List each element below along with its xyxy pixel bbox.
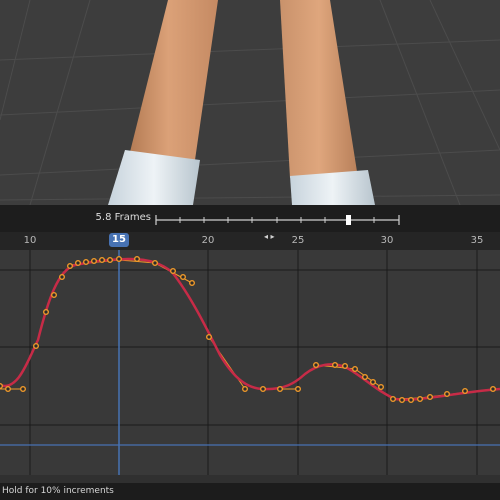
status-hint: Hold for 10% increments	[2, 486, 114, 496]
current-frame-indicator[interactable]: 15	[109, 233, 129, 247]
keyframe-point	[0, 383, 3, 389]
keyframe-point	[444, 390, 451, 397]
keyframe-point	[59, 274, 66, 281]
keyframe-point	[133, 255, 140, 262]
keyframe-point	[342, 362, 349, 369]
ruler-tick-25: 25	[291, 235, 305, 246]
left-sock	[108, 150, 200, 205]
slider-handle	[346, 215, 351, 225]
keyframe-point	[462, 387, 469, 394]
right-sock	[290, 170, 375, 205]
keyframe-point	[295, 385, 302, 392]
keyframe-point	[188, 280, 195, 287]
keyframe-point	[90, 257, 97, 264]
keyframe-point	[260, 385, 267, 392]
keyframe-point	[106, 256, 113, 263]
keyframe-point	[399, 396, 406, 403]
frames-value-label: 5.8 Frames	[95, 212, 151, 223]
keyframe-point	[33, 342, 40, 349]
keyframe-point	[151, 259, 158, 266]
frame-ruler[interactable]	[0, 232, 500, 250]
keyframe-point	[82, 258, 89, 265]
keyframe-point	[277, 385, 284, 392]
keyframe-point	[4, 385, 11, 392]
keyframe-point	[74, 259, 81, 266]
keyframe-point	[390, 395, 397, 402]
ruler-tick-20: 20	[201, 235, 215, 246]
keyframe-point	[408, 396, 415, 403]
horizontal-scrollbar[interactable]	[0, 475, 500, 483]
ruler-tick-30: 30	[380, 235, 394, 246]
keyframe-point	[378, 383, 385, 390]
keyframe-point	[490, 385, 497, 392]
viewport-scene	[0, 0, 500, 205]
keyframe-point	[313, 361, 320, 368]
ruler-tick-35: 35	[470, 235, 484, 246]
keyframe-point	[241, 385, 248, 392]
frames-slider[interactable]	[150, 210, 405, 230]
right-leg	[280, 0, 358, 178]
keyframe-point	[370, 378, 377, 385]
graph-editor[interactable]	[0, 250, 500, 475]
3d-viewport[interactable]	[0, 0, 500, 205]
keyframe-point	[362, 373, 369, 380]
keyframe-point	[179, 274, 186, 281]
keyframe-point	[115, 255, 122, 262]
keyframe-point	[332, 361, 339, 368]
keyframe-point	[43, 309, 50, 316]
keyframe-point	[51, 292, 58, 299]
left-leg	[128, 0, 218, 160]
chevron-left-right-icon: ◂ ▸	[264, 232, 275, 241]
ruler-tick-10: 10	[23, 235, 37, 246]
keyframe-point	[427, 393, 434, 400]
keyframe-point	[352, 365, 359, 372]
keyframe-point	[417, 395, 424, 402]
keyframe-point	[169, 268, 176, 275]
keyframe-point	[66, 262, 73, 269]
keyframe-point	[205, 333, 212, 340]
keyframe-point	[20, 385, 27, 392]
keyframe-point	[98, 256, 105, 263]
